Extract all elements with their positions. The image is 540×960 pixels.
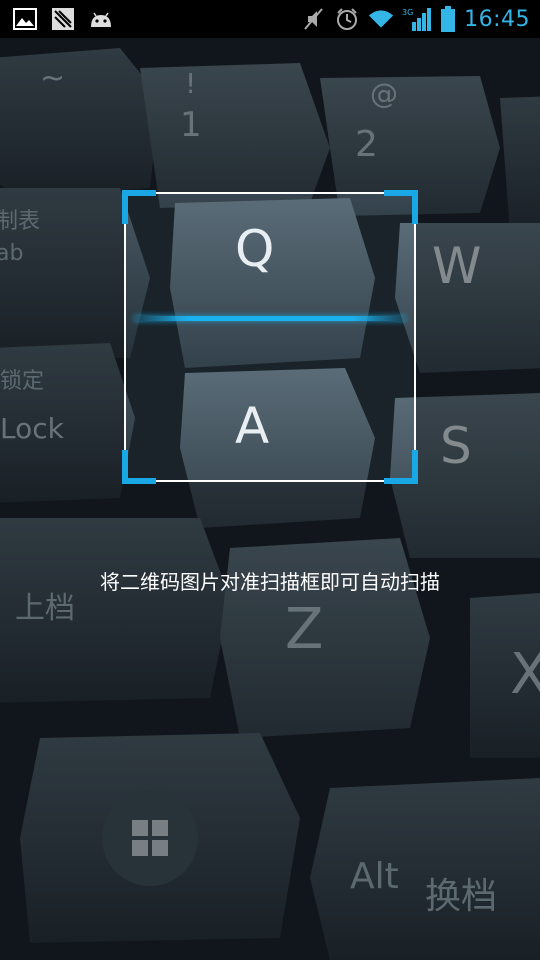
mobile-signal-icon: 3G bbox=[402, 6, 432, 32]
scan-corner-top-left bbox=[122, 190, 156, 224]
scan-hint-text: 将二维码图片对准扫描框即可自动扫描 bbox=[100, 570, 440, 594]
scan-line bbox=[134, 316, 406, 321]
scan-corner-bottom-right bbox=[384, 450, 418, 484]
android-icon bbox=[88, 6, 114, 32]
status-bar-notifications bbox=[0, 6, 114, 32]
mask-bottom bbox=[0, 482, 540, 960]
camera-preview: ~ ! 1 @ 2 制表 ab Q W 锁定 Lock A S 上档 Z X A… bbox=[0, 38, 540, 960]
status-bar-system: 3G 16:45 bbox=[300, 6, 540, 32]
status-time: 16:45 bbox=[464, 6, 530, 32]
qr-scanner-screen: 3G 16:45 ~ ! 1 @ 2 制表 ab Q W 锁定 Lock A S… bbox=[0, 0, 540, 960]
scan-corner-bottom-left bbox=[122, 450, 156, 484]
alarm-icon bbox=[334, 6, 360, 32]
battery-icon bbox=[440, 6, 456, 32]
scan-frame bbox=[122, 190, 418, 484]
mask-left bbox=[0, 192, 124, 482]
wifi-icon bbox=[368, 6, 394, 32]
mask-top bbox=[0, 38, 540, 192]
signal-app-icon bbox=[50, 6, 76, 32]
scan-corner-top-right bbox=[384, 190, 418, 224]
mute-icon bbox=[300, 6, 326, 32]
status-bar: 3G 16:45 bbox=[0, 0, 540, 38]
mask-right bbox=[416, 192, 540, 482]
svg-text:3G: 3G bbox=[402, 8, 413, 17]
gallery-icon bbox=[12, 6, 38, 32]
